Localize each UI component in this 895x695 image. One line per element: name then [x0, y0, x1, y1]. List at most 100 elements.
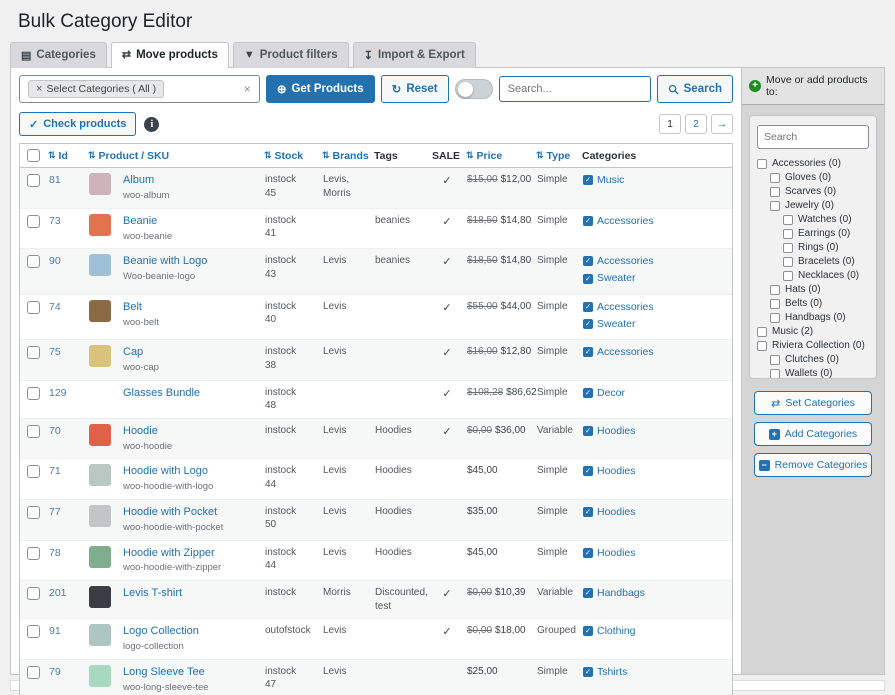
info-icon[interactable]: i [144, 117, 159, 132]
tree-item-checkbox[interactable] [783, 257, 793, 267]
row-checkbox[interactable] [27, 506, 40, 519]
row-checkbox[interactable] [27, 547, 40, 560]
remove-categories-button[interactable]: −Remove Categories [754, 453, 872, 477]
tree-item-checkbox[interactable] [783, 243, 793, 253]
row-checkbox[interactable] [27, 387, 40, 400]
column-header-stock[interactable]: ⇅Stock [262, 144, 320, 167]
product-name-link[interactable]: Long Sleeve Tee [123, 665, 259, 680]
page-button-1[interactable]: 1 [659, 114, 681, 134]
column-header-type[interactable]: ⇅Type [534, 144, 580, 167]
category-link[interactable]: Accessories [597, 254, 654, 268]
tree-item-checkbox[interactable] [783, 215, 793, 225]
row-checkbox[interactable] [27, 301, 40, 314]
category-link[interactable]: Hoodies [597, 505, 636, 519]
row-checkbox[interactable] [27, 625, 40, 638]
price-cell: $25,00 [464, 664, 534, 680]
tree-item-checkbox[interactable] [770, 201, 780, 211]
product-thumbnail-cell [86, 463, 120, 487]
product-name-link[interactable]: Beanie [123, 214, 259, 229]
category-link[interactable]: Sweater [597, 317, 636, 331]
category-link[interactable]: Accessories [597, 214, 654, 228]
tab-move-products[interactable]: ⇄Move products [111, 42, 229, 68]
tree-item-checkbox[interactable] [770, 173, 780, 183]
toggle-switch[interactable] [455, 79, 493, 99]
stock-qty: 43 [265, 268, 317, 282]
tree-item-checkbox[interactable] [770, 299, 780, 309]
product-name-link[interactable]: Hoodie with Zipper [123, 546, 259, 561]
row-checkbox[interactable] [27, 587, 40, 600]
column-header-id[interactable]: ⇅Id [46, 144, 86, 167]
product-id: 129 [49, 387, 67, 399]
search-button[interactable]: Search [657, 75, 733, 103]
tree-item-checkbox[interactable] [770, 313, 780, 323]
product-name-link[interactable]: Belt [123, 300, 259, 315]
product-name-link[interactable]: Levis T-shirt [123, 586, 259, 601]
row-checkbox[interactable] [27, 346, 40, 359]
category-link[interactable]: Tshirts [597, 665, 627, 679]
tab-product-filters[interactable]: ▼Product filters [233, 42, 349, 68]
category-select-field[interactable]: × Select Categories ( All ) × [19, 75, 260, 103]
tab-import-export[interactable]: ↧Import & Export [353, 42, 476, 68]
tree-item-checkbox[interactable] [770, 285, 780, 295]
product-name-link[interactable]: Hoodie [123, 424, 259, 439]
check-products-button[interactable]: ✓ Check products [19, 112, 136, 136]
category-search-input[interactable] [757, 125, 869, 149]
category-link[interactable]: Hoodies [597, 464, 636, 478]
category-link[interactable]: Hoodies [597, 546, 636, 560]
product-name-link[interactable]: Cap [123, 345, 259, 360]
select-all-checkbox[interactable] [27, 149, 40, 162]
tree-item-checkbox[interactable] [757, 327, 767, 337]
category-link[interactable]: Music [597, 173, 624, 187]
product-name-link[interactable]: Hoodie with Logo [123, 464, 259, 479]
row-checkbox[interactable] [27, 425, 40, 438]
tree-item-checkbox[interactable] [783, 229, 793, 239]
tree-item-checkbox[interactable] [770, 369, 780, 379]
brands-cell [320, 213, 372, 215]
category-link[interactable]: Hoodies [597, 424, 636, 438]
add-categories-button[interactable]: +Add Categories [754, 422, 872, 446]
tags-cell [372, 385, 430, 387]
product-cell: Beaniewoo-beanie [120, 213, 262, 245]
row-checkbox[interactable] [27, 215, 40, 228]
move-arrows-icon: ⇄ [122, 48, 131, 61]
product-name-link[interactable]: Logo Collection [123, 624, 259, 639]
tree-item-checkbox[interactable] [783, 271, 793, 281]
row-checkbox[interactable] [27, 666, 40, 679]
next-page-button[interactable]: → [711, 114, 733, 134]
checked-square-icon: ✓ [583, 667, 593, 677]
categories-cell: ✓Clothing [580, 623, 732, 642]
row-checkbox[interactable] [27, 465, 40, 478]
clear-icon[interactable]: × [244, 82, 251, 96]
category-link[interactable]: Decor [597, 386, 625, 400]
row-checkbox[interactable] [27, 174, 40, 187]
category-link[interactable]: Handbags [597, 586, 645, 600]
row-checkbox[interactable] [27, 255, 40, 268]
product-name-link[interactable]: Glasses Bundle [123, 386, 259, 401]
column-header-product-sku[interactable]: ⇅Product / SKU [86, 144, 262, 167]
tree-item-checkbox[interactable] [757, 341, 767, 351]
page-button-2[interactable]: 2 [685, 114, 707, 134]
stock-qty: 40 [265, 313, 317, 327]
get-products-button[interactable]: ⊕ Get Products [266, 75, 375, 103]
category-link[interactable]: Clothing [597, 624, 636, 638]
product-thumbnail [89, 464, 111, 486]
category-link[interactable]: Accessories [597, 345, 654, 359]
tree-item-checkbox[interactable] [770, 187, 780, 197]
token-remove-icon[interactable]: × [36, 83, 42, 95]
tree-item-checkbox[interactable] [757, 159, 767, 169]
product-name-link[interactable]: Hoodie with Pocket [123, 505, 259, 520]
reset-button[interactable]: ↻ Reset [381, 75, 449, 103]
search-input[interactable] [499, 76, 651, 102]
category-link[interactable]: Accessories [597, 300, 654, 314]
checked-square-icon: ✓ [583, 466, 593, 476]
set-categories-button[interactable]: ⇄Set Categories [754, 391, 872, 415]
product-name-link[interactable]: Beanie with Logo [123, 254, 259, 269]
column-header-brands[interactable]: ⇅Brands [320, 144, 372, 167]
tree-item-checkbox[interactable] [770, 355, 780, 365]
tab-categories[interactable]: ▤Categories [10, 42, 107, 68]
sort-icon: ⇅ [88, 150, 96, 161]
regular-price: $16,00 [467, 346, 498, 357]
product-name-link[interactable]: Album [123, 173, 259, 188]
column-header-price[interactable]: ⇅Price [464, 144, 534, 167]
category-link[interactable]: Sweater [597, 271, 636, 285]
